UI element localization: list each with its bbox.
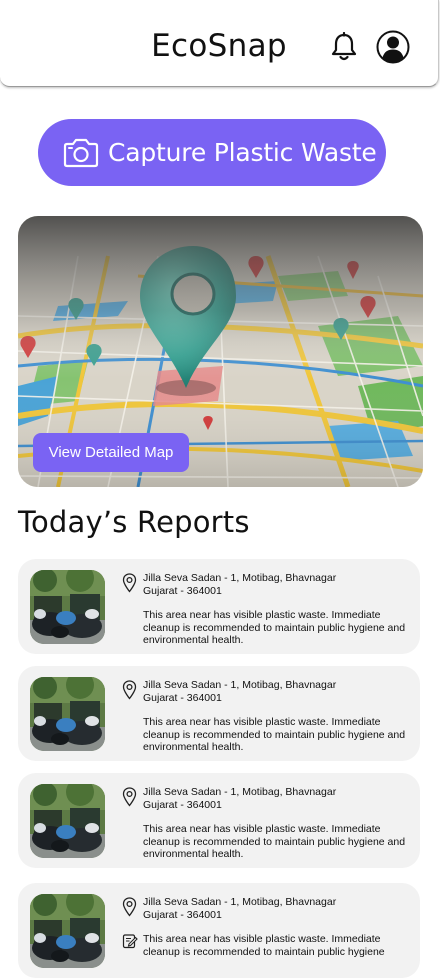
- todays-reports-heading: Today’s Reports: [18, 505, 250, 539]
- bell-icon[interactable]: [330, 32, 358, 62]
- waste-photo-thumbnail: [30, 677, 105, 751]
- waste-photo-thumbnail: [30, 894, 105, 968]
- report-description: This area near has visible plastic waste…: [143, 716, 406, 753]
- address-line-1: Jilla Seva Sadan - 1, Motibag, Bhavnagar: [143, 572, 337, 584]
- report-card[interactable]: Jilla Seva Sadan - 1, Motibag, Bhavnagar…: [18, 883, 420, 978]
- app-title: EcoSnap: [151, 28, 287, 64]
- address-line-2: Gujarat - 364001: [143, 798, 222, 811]
- app-header: EcoSnap: [0, 0, 439, 87]
- report-card[interactable]: Jilla Seva Sadan - 1, Motibag, Bhavnagar…: [18, 559, 420, 654]
- capture-plastic-waste-button[interactable]: Capture Plastic Waste: [38, 119, 386, 186]
- address-line-1: Jilla Seva Sadan - 1, Motibag, Bhavnagar: [143, 679, 337, 691]
- waste-photo-thumbnail: [30, 784, 105, 858]
- capture-button-label: Capture Plastic Waste: [108, 138, 377, 167]
- report-description: This area near has visible plastic waste…: [143, 933, 385, 958]
- location-pin-icon: [122, 680, 137, 700]
- address-line-2: Gujarat - 364001: [143, 584, 222, 597]
- user-avatar-icon[interactable]: [376, 30, 410, 64]
- location-pin-icon: [122, 573, 137, 593]
- address-line-1: Jilla Seva Sadan - 1, Motibag, Bhavnagar: [143, 896, 337, 908]
- report-address: Jilla Seva Sadan - 1, Motibag, Bhavnagar…: [143, 572, 413, 597]
- report-card[interactable]: Jilla Seva Sadan - 1, Motibag, Bhavnagar…: [18, 773, 420, 868]
- report-description: This area near has visible plastic waste…: [143, 823, 406, 860]
- address-line-2: Gujarat - 364001: [143, 908, 222, 921]
- report-description: This area near has visible plastic waste…: [143, 609, 406, 646]
- view-detailed-map-button[interactable]: View Detailed Map: [33, 433, 189, 472]
- report-address: Jilla Seva Sadan - 1, Motibag, Bhavnagar…: [143, 679, 413, 704]
- address-line-1: Jilla Seva Sadan - 1, Motibag, Bhavnagar: [143, 786, 337, 798]
- waste-photo-thumbnail: [30, 570, 105, 644]
- map-preview[interactable]: View Detailed Map: [18, 216, 423, 487]
- report-address: Jilla Seva Sadan - 1, Motibag, Bhavnagar…: [143, 896, 413, 921]
- camera-icon: [63, 138, 99, 167]
- location-pin-icon: [122, 897, 137, 917]
- address-line-2: Gujarat - 364001: [143, 691, 222, 704]
- report-address: Jilla Seva Sadan - 1, Motibag, Bhavnagar…: [143, 786, 413, 811]
- report-card[interactable]: Jilla Seva Sadan - 1, Motibag, Bhavnagar…: [18, 666, 420, 761]
- location-pin-icon: [122, 787, 137, 807]
- edit-note-icon: [122, 934, 138, 949]
